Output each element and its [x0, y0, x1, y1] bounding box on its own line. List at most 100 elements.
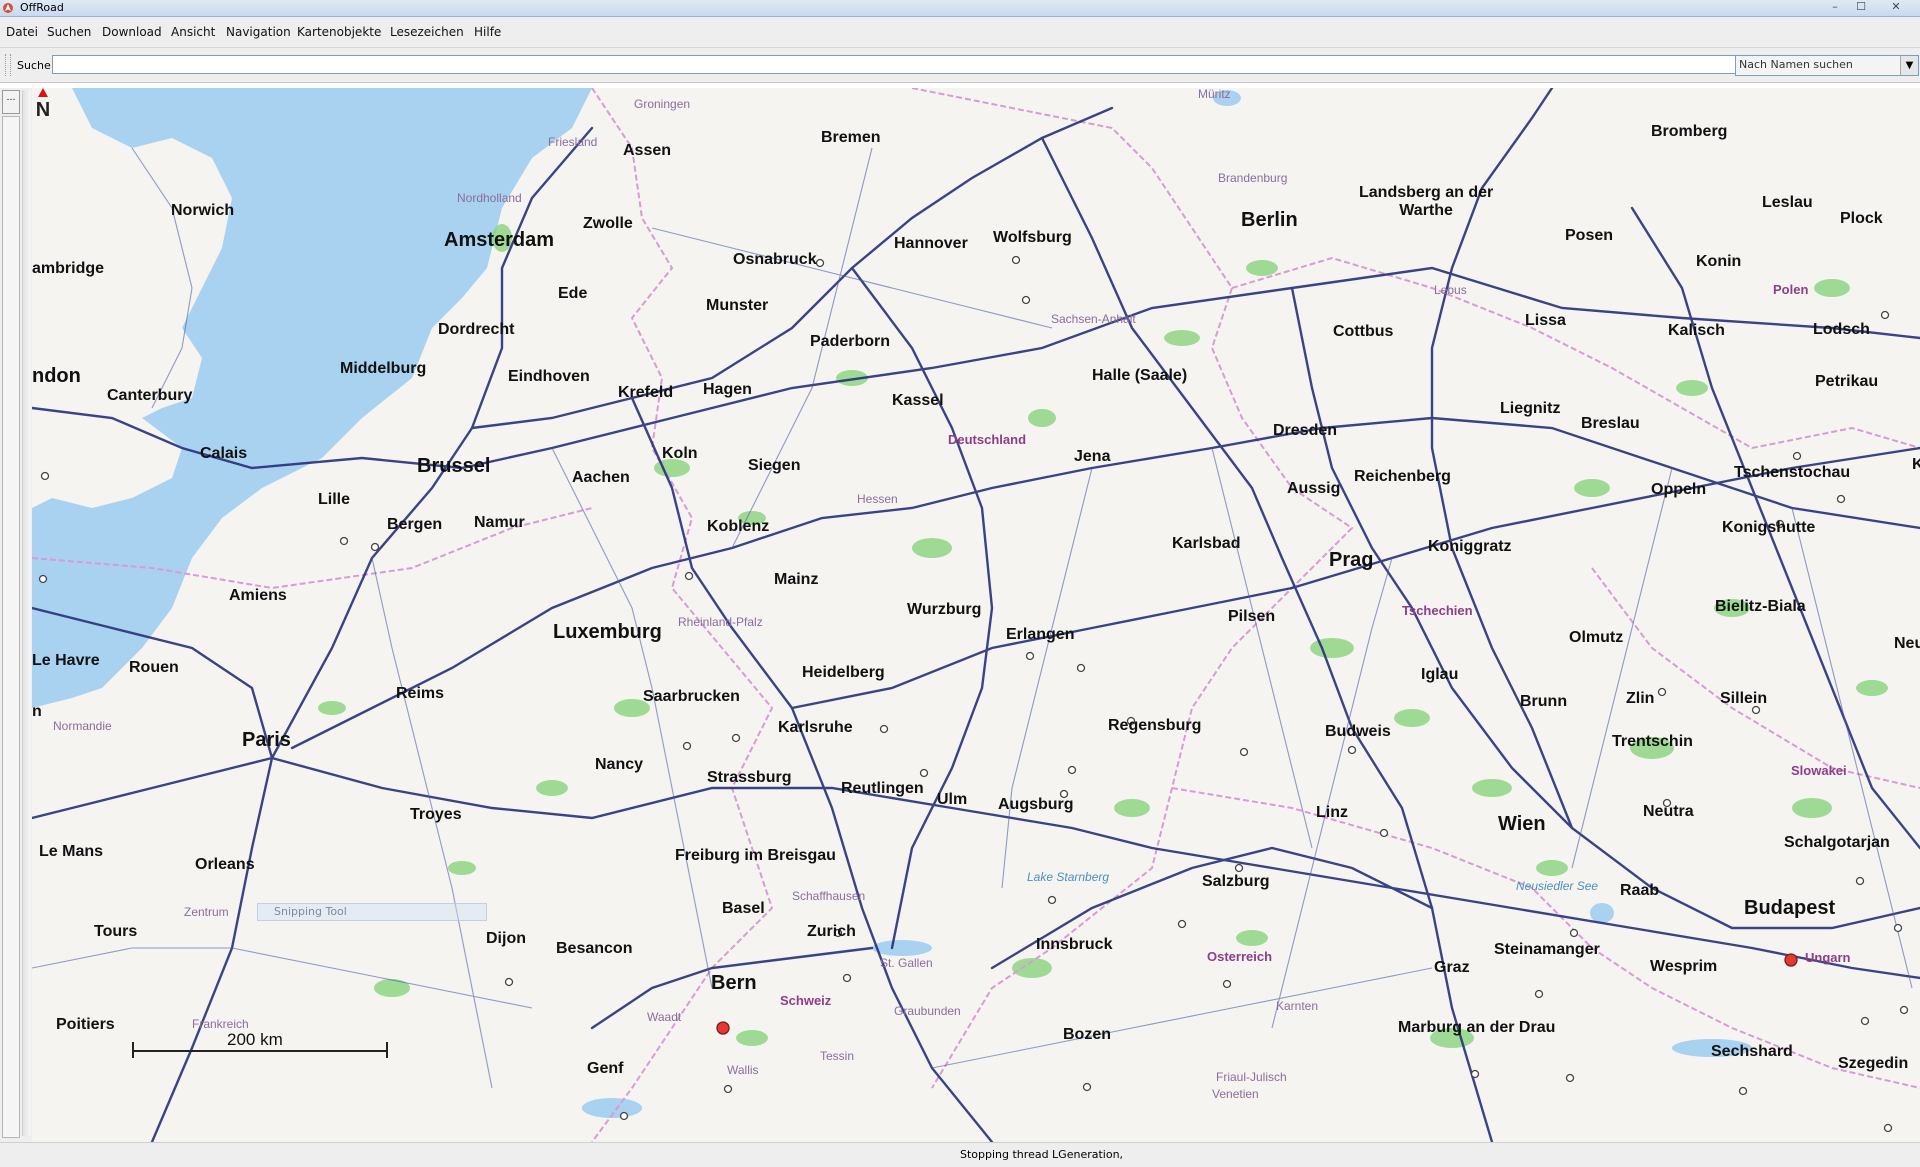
label-karlsbad[interactable]: Karlsbad — [1172, 536, 1240, 552]
label-sechshard[interactable]: Sechshard — [1711, 1044, 1793, 1060]
label-budapest[interactable]: Budapest — [1744, 898, 1835, 918]
label-frankreich[interactable]: Frankreich — [192, 1018, 249, 1030]
label-brandenburg[interactable]: Brandenburg — [1218, 172, 1287, 184]
label-le-havre[interactable]: Le Havre — [32, 653, 100, 669]
label-prag[interactable]: Prag — [1329, 550, 1373, 570]
label-cottbus[interactable]: Cottbus — [1333, 324, 1393, 340]
label-muritz[interactable]: Müritz — [1198, 88, 1231, 100]
map-view[interactable]: N Norwich ambridge ndon Canterbury Calai… — [32, 88, 1920, 1142]
label-bromberg[interactable]: Bromberg — [1651, 124, 1727, 140]
label-krefeld[interactable]: Krefeld — [618, 385, 673, 401]
close-button[interactable]: ✕ — [1874, 0, 1918, 15]
label-edge-n[interactable]: n — [32, 704, 42, 720]
label-reims[interactable]: Reims — [396, 686, 444, 702]
label-koniggratz[interactable]: Koniggratz — [1428, 539, 1512, 555]
label-raab[interactable]: Raab — [1620, 883, 1659, 899]
label-troyes[interactable]: Troyes — [410, 807, 462, 823]
label-amsterdam[interactable]: Amsterdam — [444, 230, 554, 250]
label-berlin[interactable]: Berlin — [1241, 210, 1298, 230]
menu-download[interactable]: Download — [102, 25, 162, 39]
search-mode-select[interactable]: Nach Namen suchen ▼ — [1735, 55, 1919, 76]
label-middelburg[interactable]: Middelburg — [340, 361, 426, 377]
label-lake-starnberg[interactable]: Lake Starnberg — [1027, 871, 1109, 883]
label-zentrum[interactable]: Zentrum — [184, 906, 229, 918]
label-bielitz[interactable]: Bielitz-Biala — [1715, 599, 1806, 615]
label-dordrecht[interactable]: Dordrecht — [438, 322, 514, 338]
label-schweiz[interactable]: Schweiz — [780, 994, 831, 1007]
label-wolfsburg[interactable]: Wolfsburg — [993, 230, 1072, 246]
search-input[interactable] — [52, 55, 1737, 74]
label-hagen[interactable]: Hagen — [703, 382, 752, 398]
label-koln[interactable]: Koln — [662, 446, 698, 462]
label-london[interactable]: ndon — [32, 366, 81, 386]
label-jena[interactable]: Jena — [1074, 449, 1110, 465]
label-nordholland[interactable]: Nordholland — [457, 192, 522, 204]
menu-kartenobjekte[interactable]: Kartenobjekte — [297, 25, 381, 39]
label-osterreich[interactable]: Osterreich — [1207, 950, 1272, 963]
label-lissa[interactable]: Lissa — [1525, 313, 1566, 329]
label-mainz[interactable]: Mainz — [774, 572, 818, 588]
label-bergen[interactable]: Bergen — [387, 517, 442, 533]
label-heidelberg[interactable]: Heidelberg — [802, 665, 885, 681]
label-konin[interactable]: Konin — [1696, 254, 1741, 270]
label-saarbrucken[interactable]: Saarbrucken — [643, 689, 740, 705]
label-calais[interactable]: Calais — [200, 446, 247, 462]
label-orleans[interactable]: Orleans — [195, 857, 255, 873]
menu-navigation[interactable]: Navigation — [226, 25, 291, 39]
label-budweis[interactable]: Budweis — [1325, 724, 1391, 740]
label-wurzburg[interactable]: Wurzburg — [907, 602, 981, 618]
label-besancon[interactable]: Besancon — [556, 941, 632, 957]
label-tschenstochau[interactable]: Tschenstochau — [1734, 465, 1850, 481]
label-schalgotarjan[interactable]: Schalgotarjan — [1784, 835, 1890, 851]
menu-hilfe[interactable]: Hilfe — [474, 25, 501, 39]
label-namur[interactable]: Namur — [474, 515, 525, 531]
label-nancy[interactable]: Nancy — [595, 757, 643, 773]
label-halle[interactable]: Halle (Saale) — [1092, 368, 1187, 384]
toolbar-grip[interactable] — [5, 54, 11, 76]
label-siegen[interactable]: Siegen — [748, 458, 800, 474]
label-lodsch[interactable]: Lodsch — [1813, 322, 1870, 338]
label-szegedin[interactable]: Szegedin — [1838, 1056, 1908, 1072]
label-konigshutte[interactable]: Konigshutte — [1722, 520, 1815, 536]
label-lille[interactable]: Lille — [318, 492, 350, 508]
label-posen[interactable]: Posen — [1565, 228, 1613, 244]
label-deutschland[interactable]: Deutschland — [948, 433, 1026, 446]
label-genf[interactable]: Genf — [587, 1061, 623, 1077]
label-edge-k[interactable]: K — [1912, 457, 1920, 473]
label-st-gallen[interactable]: St. Gallen — [880, 957, 933, 969]
label-sillein[interactable]: Sillein — [1720, 691, 1767, 707]
label-tessin[interactable]: Tessin — [820, 1050, 854, 1062]
label-normandie[interactable]: Normandie — [53, 720, 112, 732]
label-eindhoven[interactable]: Eindhoven — [508, 369, 590, 385]
label-zlin[interactable]: Zlin — [1626, 691, 1654, 707]
side-panel-strip[interactable] — [2, 116, 20, 1138]
label-freiburg[interactable]: Freiburg im Breisgau — [675, 848, 836, 864]
label-dresden[interactable]: Dresden — [1273, 423, 1337, 439]
label-le-mans[interactable]: Le Mans — [39, 844, 103, 860]
label-basel[interactable]: Basel — [722, 901, 765, 917]
label-schaffhausen[interactable]: Schaffhausen — [792, 890, 865, 902]
label-bern[interactable]: Bern — [711, 973, 757, 993]
label-brunn[interactable]: Brunn — [1520, 694, 1567, 710]
menu-lesezeichen[interactable]: Lesezeichen — [390, 25, 464, 39]
label-ungarn[interactable]: Ungarn — [1805, 951, 1851, 964]
label-luxemburg[interactable]: Luxemburg — [553, 622, 662, 642]
label-marburg[interactable]: Marburg an der Drau — [1398, 1020, 1555, 1036]
label-paderborn[interactable]: Paderborn — [810, 334, 890, 350]
label-koblenz[interactable]: Koblenz — [707, 519, 769, 535]
label-lebus[interactable]: Lebus — [1434, 284, 1467, 296]
label-assen[interactable]: Assen — [623, 143, 671, 159]
label-graubunden[interactable]: Graubunden — [894, 1005, 961, 1017]
label-tschechien[interactable]: Tschechien — [1402, 604, 1473, 617]
menu-suchen[interactable]: Suchen — [47, 25, 91, 39]
label-trentschin[interactable]: Trentschin — [1612, 734, 1693, 750]
label-salzburg[interactable]: Salzburg — [1202, 874, 1270, 890]
label-waadt[interactable]: Waadt — [647, 1011, 681, 1023]
label-strassburg[interactable]: Strassburg — [707, 770, 791, 786]
label-reichenberg[interactable]: Reichenberg — [1354, 469, 1451, 485]
label-groningen[interactable]: Groningen — [634, 98, 690, 110]
label-brussel[interactable]: Brussel — [417, 456, 490, 476]
label-rouen[interactable]: Rouen — [129, 660, 179, 676]
label-cambridge[interactable]: ambridge — [32, 261, 104, 277]
label-amiens[interactable]: Amiens — [229, 588, 287, 604]
